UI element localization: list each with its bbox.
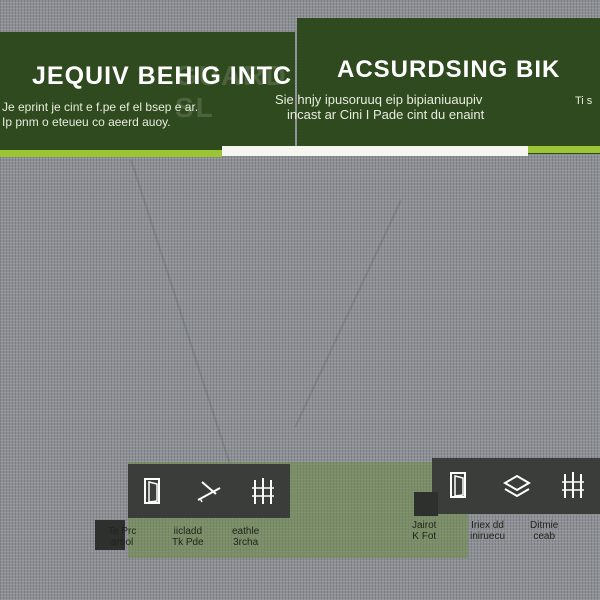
right-banner: ACSURDSING BIK Sie hnjy ipusoruuq eip bi… (275, 18, 600, 154)
ruler-icon (192, 474, 226, 508)
right-banner-title: ACSURDSING BIK (337, 56, 561, 83)
left-feature-panel (128, 464, 290, 518)
right-feature-panel (432, 458, 600, 514)
door-icon (442, 468, 476, 502)
right-banner-subtitle-1: Sie hnjy ipusoruuq eip bipianiuaupiv (275, 92, 483, 107)
right-accent-stripe (528, 146, 600, 153)
left-banner: GUARD SL JEQUIV BEHIG INTC Je eprint je … (0, 32, 295, 150)
layers-icon (500, 468, 534, 502)
left-accent-stripe (0, 150, 222, 157)
panel-shadow (414, 492, 438, 516)
right-label-1: Jairot K Fot (412, 520, 437, 542)
left-label-2: iicladd Tk Pde (172, 526, 204, 548)
fence-icon (246, 474, 280, 508)
fabric-fold (294, 200, 402, 428)
left-banner-subtitle-1: Je eprint je cint e f.pe ef el bsep e ar… (2, 100, 199, 114)
door-icon (136, 474, 170, 508)
fabric-fold (130, 159, 234, 474)
left-banner-subtitle-2: Ip pnm o eteueu co aeerd auoy. (2, 115, 171, 129)
left-banner-title: JEQUIV BEHIG INTC (32, 62, 293, 90)
right-label-3: Ditmie ceab (530, 520, 559, 542)
right-banner-subtitle-2: incast ar Cini I Pade cint du enaint (287, 107, 485, 122)
left-label-1: Te Prc arbol (108, 526, 137, 548)
fabric-background: GUARD SL JEQUIV BEHIG INTC Je eprint je … (0, 0, 600, 600)
right-white-stripe (222, 146, 528, 156)
right-banner-edge-text: Ti s (575, 95, 593, 107)
fence-icon (556, 468, 590, 502)
right-label-2: Iriex dd iniruecu (470, 520, 506, 542)
left-label-3: eathle 3rcha (232, 526, 260, 548)
